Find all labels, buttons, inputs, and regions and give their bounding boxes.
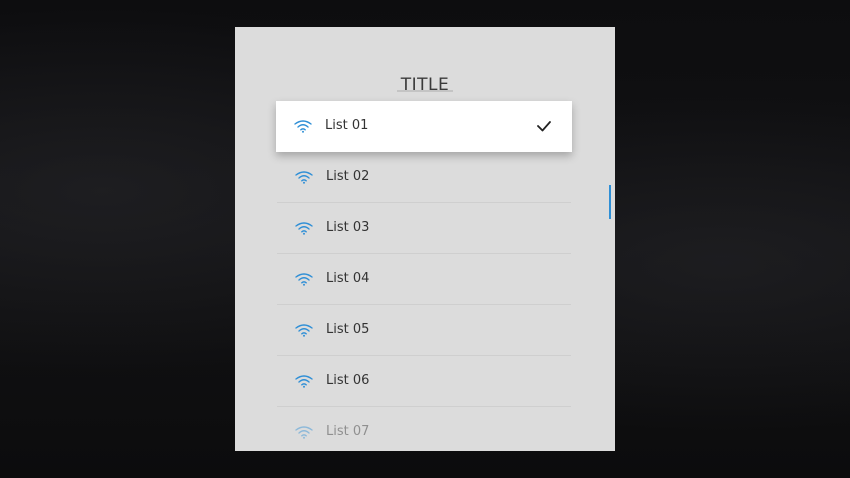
option-list: List 01 List 02 List 03 List 04 List 05 … [276, 101, 572, 451]
list-item-04[interactable]: List 04 [277, 254, 571, 305]
list-item-07[interactable]: List 07 [277, 407, 571, 451]
list-item-05[interactable]: List 05 [277, 305, 571, 356]
popup-title: TITLE [400, 75, 450, 95]
list-item-02[interactable]: List 02 [277, 152, 571, 203]
list-item-label: List 01 [325, 118, 369, 133]
list-item-label: List 06 [326, 373, 370, 388]
title-divider [397, 90, 453, 92]
wifi-icon [295, 273, 313, 286]
list-item-label: List 05 [326, 322, 370, 337]
wifi-icon [294, 120, 312, 133]
wifi-icon [295, 375, 313, 388]
list-popup: TITLE List 01 List 02 List 03 List 04 Li… [235, 27, 615, 451]
scrollbar-thumb[interactable] [609, 185, 611, 219]
list-item-03[interactable]: List 03 [277, 203, 571, 254]
wifi-icon [295, 222, 313, 235]
list-item-01[interactable]: List 01 [276, 101, 572, 152]
list-item-label: List 07 [326, 424, 370, 439]
wifi-icon [295, 324, 313, 337]
list-item-label: List 03 [326, 220, 370, 235]
list-item-label: List 04 [326, 271, 370, 286]
wifi-icon [295, 426, 313, 439]
list-item-label: List 02 [326, 169, 370, 184]
wifi-icon [295, 171, 313, 184]
checkmark-icon [537, 121, 551, 132]
list-item-06[interactable]: List 06 [277, 356, 571, 407]
